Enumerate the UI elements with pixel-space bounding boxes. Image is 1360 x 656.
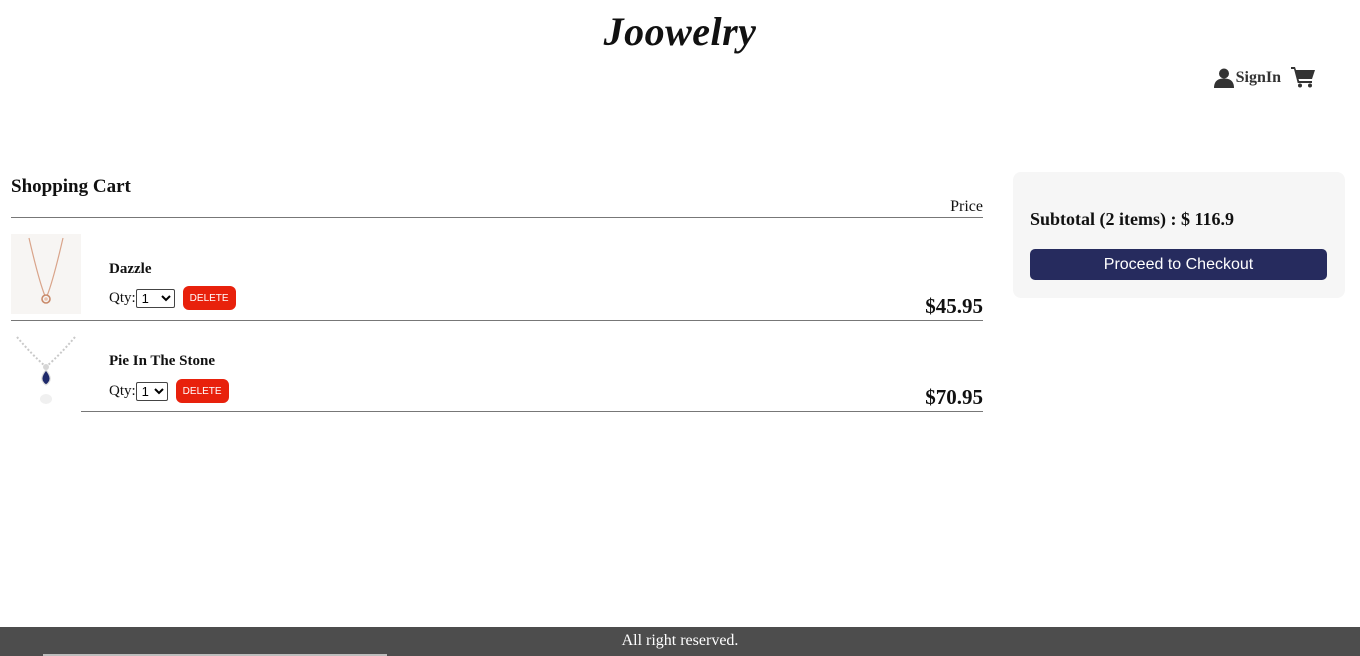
signin-link[interactable]: SignIn [1213, 68, 1281, 88]
brand-logo[interactable]: Joowelry [0, 8, 1360, 55]
cart-section: Shopping Cart Price Dazzle Qty: 1 DELETE… [11, 176, 983, 415]
item-price: $70.95 [925, 385, 983, 409]
delete-button[interactable]: DELETE [175, 379, 229, 403]
qty-label: Qty: [109, 382, 136, 399]
header-actions: SignIn [1213, 66, 1316, 88]
cart-item: Pie In The Stone Qty: 1 DELETE $70.95 [11, 321, 983, 415]
user-icon [1213, 68, 1234, 88]
price-column-header: Price [11, 198, 983, 218]
item-name[interactable]: Dazzle [109, 261, 151, 278]
item-price: $45.95 [925, 294, 983, 318]
subtotal: Subtotal (2 items) : $ 116.9 [1030, 209, 1234, 229]
cart-title: Shopping Cart [11, 176, 131, 197]
shopping-cart-icon[interactable] [1291, 66, 1316, 88]
qty-select[interactable]: 1 [135, 381, 168, 401]
qty-row: Qty: 1 DELETE [109, 379, 229, 403]
order-summary: Subtotal (2 items) : $ 116.9 Proceed to … [1013, 172, 1345, 298]
qty-label: Qty: [109, 289, 136, 306]
product-image-dazzle[interactable] [11, 234, 81, 314]
signin-label: SignIn [1235, 69, 1281, 86]
cart-item: Dazzle Qty: 1 DELETE $45.95 [11, 218, 983, 321]
qty-select[interactable]: 1 [135, 288, 175, 308]
qty-row: Qty: 1 DELETE [109, 286, 236, 310]
item-name[interactable]: Pie In The Stone [109, 353, 215, 370]
proceed-to-checkout-button[interactable]: Proceed to Checkout [1030, 249, 1327, 280]
delete-button[interactable]: DELETE [182, 286, 236, 310]
footer-text: All right reserved. [621, 632, 739, 649]
product-image-pie-in-the-stone[interactable] [11, 335, 81, 415]
footer: All right reserved. [0, 627, 1360, 656]
